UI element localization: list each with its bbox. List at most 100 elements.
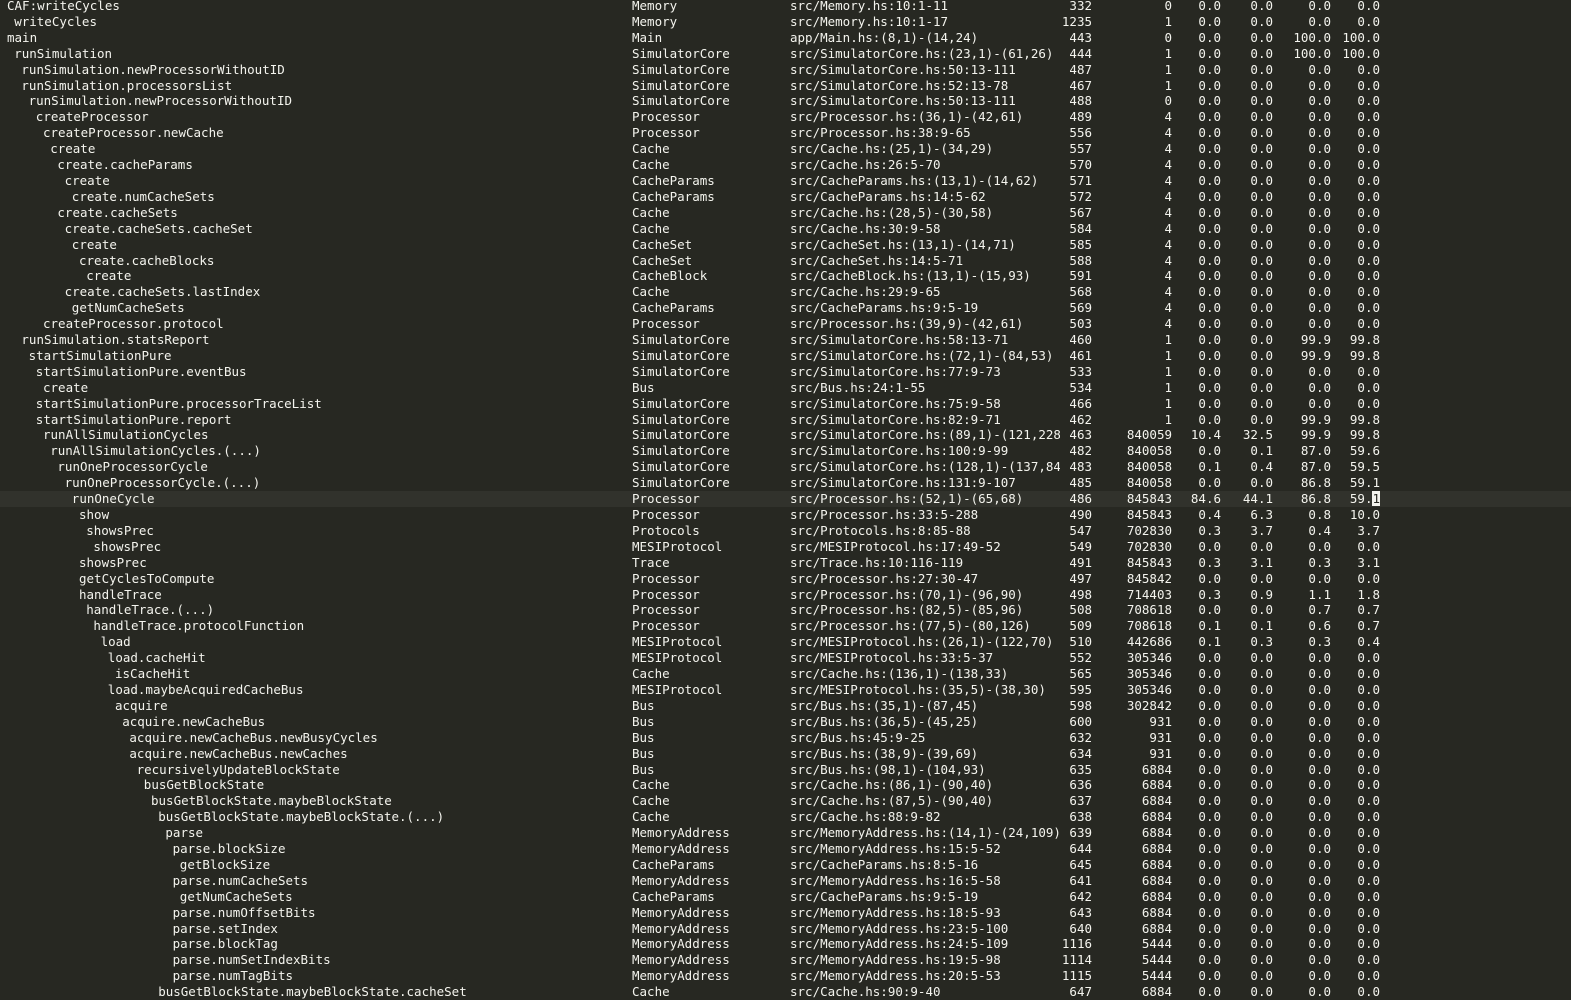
table-row[interactable]: showsPrec MESIProtocol src/MESIProtocol.hs… [0, 539, 1571, 555]
table-row[interactable]: load.maybeAcquiredCacheBus MESIProtocol sr… [0, 682, 1571, 698]
table-row[interactable]: create CacheBlock src/CacheBlock.hs:(13,1)… [0, 268, 1571, 284]
table-row[interactable]: runSimulation.statsReport SimulatorCore sr… [0, 332, 1571, 348]
table-row[interactable]: runSimulation SimulatorCore src/SimulatorC… [0, 46, 1571, 62]
table-row[interactable]: create CacheParams src/CacheParams.hs:(13,… [0, 173, 1571, 189]
module-name: Cache [632, 666, 670, 682]
table-row[interactable]: recursivelyUpdateBlockState Bus src/Bus.hs… [0, 762, 1571, 778]
table-row[interactable]: runSimulation.newProcessorWithoutID Simul… [0, 62, 1571, 78]
table-row[interactable]: create.cacheSets.cacheSet Cache src/Cache.… [0, 221, 1571, 237]
individual-alloc: 6.3 [1250, 507, 1273, 522]
table-row[interactable]: acquire Bus src/Bus.hs:(35,1)-(87,45) 598 30… [0, 698, 1571, 714]
table-row[interactable]: createProcessor.protocol Processor src/Pro… [0, 316, 1571, 332]
table-row[interactable]: create Bus src/Bus.hs:24:1-55 534 1 0.0 0.0 0.0… [0, 380, 1571, 396]
individual-time: 0.0 [1198, 411, 1221, 427]
table-row[interactable]: busGetBlockState.maybeBlockState.cacheSe… [0, 984, 1571, 1000]
table-row[interactable]: startSimulationPure.processorTraceList Si… [0, 396, 1571, 412]
table-row[interactable]: startSimulationPure SimulatorCore src/Simu… [0, 348, 1571, 364]
cost-centre-number: 641 [1069, 872, 1092, 888]
table-row[interactable]: handleTrace.protocolFunction Processor src… [0, 618, 1571, 634]
table-row[interactable]: create.cacheSets.lastIndex Cache src/Cache… [0, 284, 1571, 300]
table-row[interactable]: busGetBlockState.maybeBlockState Cache src… [0, 793, 1571, 809]
entries-count: 702830 [1126, 522, 1172, 538]
module-name: CacheParams [632, 888, 715, 904]
inherited-alloc: 0.0 [1357, 984, 1380, 1000]
individual-alloc: 0.1 [1250, 443, 1273, 459]
table-row[interactable]: create CacheSet src/CacheSet.hs:(13,1)-(14… [0, 237, 1571, 253]
table-row[interactable]: show Processor src/Processor.hs:33:5-288 49… [0, 507, 1571, 523]
table-row[interactable]: runOneProcessorCycle.(...) SimulatorCore s… [0, 475, 1571, 491]
table-row-selected[interactable]: runOneCycle Processor src/Processor.hs:(52… [0, 491, 1571, 507]
source-location: src/Protocols.hs:8:85-88 [790, 522, 971, 538]
table-row[interactable]: createProcessor.newCache Processor src/Pro… [0, 125, 1571, 141]
table-row[interactable]: parse.blockTag MemoryAddress src/MemoryAdd… [0, 936, 1571, 952]
table-row[interactable]: getNumCacheSets CacheParams src/CacheParam… [0, 300, 1571, 316]
table-row[interactable]: runOneProcessorCycle SimulatorCore src/Sim… [0, 459, 1571, 475]
individual-time: 0.0 [1198, 538, 1221, 554]
table-row[interactable]: startSimulationPure.eventBus SimulatorCor… [0, 364, 1571, 380]
table-row[interactable]: writeCycles Memory src/Memory.hs:10:1-17 12… [0, 14, 1571, 30]
table-row[interactable]: runSimulation.newProcessorWithoutID Simul… [0, 93, 1571, 109]
cost-centre-number: 332 [1069, 0, 1092, 13]
module-name: SimulatorCore [632, 77, 730, 93]
table-row[interactable]: showsPrec Protocols src/Protocols.hs:8:85-… [0, 523, 1571, 539]
table-row[interactable]: acquire.newCacheBus.newBusyCycles Bus src/… [0, 730, 1571, 746]
table-row[interactable]: getBlockSize CacheParams src/CacheParams.h… [0, 857, 1571, 873]
individual-time: 0.1 [1198, 618, 1221, 634]
table-row[interactable]: parse.setIndex MemoryAddress src/MemoryAdd… [0, 921, 1571, 937]
source-location: src/SimulatorCore.hs:50:13-111 [790, 93, 1016, 109]
individual-time: 0.0 [1198, 825, 1221, 841]
cost-centre-number: 483 [1069, 459, 1092, 475]
source-location: src/Cache.hs:(25,1)-(34,29) [790, 141, 994, 157]
module-name: Bus [632, 713, 655, 729]
inherited-time: 0.0 [1308, 61, 1331, 77]
table-row[interactable]: create Cache src/Cache.hs:(25,1)-(34,29) 55… [0, 141, 1571, 157]
table-row[interactable]: startSimulationPure.report SimulatorCore s… [0, 412, 1571, 428]
table-row[interactable]: create.cacheSets Cache src/Cache.hs:(28,5)… [0, 205, 1571, 221]
cost-centre-name: create.cacheParams [57, 157, 193, 173]
table-row[interactable]: CAF:writeCycles Memory src/Memory.hs:10:1-… [0, 0, 1571, 14]
individual-alloc: 0.0 [1250, 602, 1273, 618]
profile-viewer[interactable]: CAF:writeCycles Memory src/Memory.hs:10:1-… [0, 0, 1571, 1000]
table-row[interactable]: parse MemoryAddress src/MemoryAddress.hs:(… [0, 825, 1571, 841]
individual-time: 0.0 [1198, 936, 1221, 952]
table-row[interactable]: busGetBlockState.maybeBlockState.(...) Ca… [0, 809, 1571, 825]
inherited-time: 86.8 [1300, 491, 1331, 507]
table-row[interactable]: isCacheHit Cache src/Cache.hs:(136,1)-(138… [0, 666, 1571, 682]
inherited-time: 0.4 [1308, 522, 1331, 538]
source-location: src/MemoryAddress.hs:23:5-100 [790, 920, 1009, 936]
table-row[interactable]: create.numCacheSets CacheParams src/CacheP… [0, 189, 1571, 205]
cost-centre-number: 643 [1069, 904, 1092, 920]
table-row[interactable]: create.cacheParams Cache src/Cache.hs:26:5… [0, 157, 1571, 173]
table-row[interactable]: load MESIProtocol src/MESIProtocol.hs:(26,… [0, 634, 1571, 650]
table-row[interactable]: runAllSimulationCycles SimulatorCore src/S… [0, 427, 1571, 443]
table-row[interactable]: runAllSimulationCycles.(...) SimulatorCor… [0, 443, 1571, 459]
table-row[interactable]: parse.numOffsetBits MemoryAddress src/Memo… [0, 905, 1571, 921]
individual-time: 0.1 [1198, 634, 1221, 650]
table-row[interactable]: parse.numTagBits MemoryAddress src/MemoryA… [0, 968, 1571, 984]
table-row[interactable]: parse.blockSize MemoryAddress src/MemoryAd… [0, 841, 1571, 857]
table-row[interactable]: busGetBlockState Cache src/Cache.hs:(86,1)… [0, 777, 1571, 793]
table-row[interactable]: showsPrec Trace src/Trace.hs:10:116-119 491… [0, 555, 1571, 571]
table-row[interactable]: handleTrace Processor src/Processor.hs:(70… [0, 587, 1571, 603]
cost-centre-name: getCyclesToCompute [79, 570, 215, 586]
individual-time: 0.0 [1198, 888, 1221, 904]
table-row[interactable]: runSimulation.processorsList SimulatorCor… [0, 78, 1571, 94]
inherited-alloc: 0.0 [1357, 141, 1380, 157]
inherited-time: 0.0 [1308, 538, 1331, 554]
table-row[interactable]: getCyclesToCompute Processor src/Processor… [0, 571, 1571, 587]
table-row[interactable]: getNumCacheSets CacheParams src/CacheParam… [0, 889, 1571, 905]
table-row[interactable]: parse.numSetIndexBits MemoryAddress src/Me… [0, 952, 1571, 968]
table-row[interactable]: load.cacheHit MESIProtocol src/MESIProtoco… [0, 650, 1571, 666]
table-row[interactable]: createProcessor Processor src/Processor.hs… [0, 109, 1571, 125]
table-row[interactable]: main Main app/Main.hs:(8,1)-(14,24) 443 0 0.0… [0, 30, 1571, 46]
cost-centre-name: create [43, 379, 89, 395]
table-row[interactable]: handleTrace.(...) Processor src/Processor.… [0, 602, 1571, 618]
inherited-alloc: 0.0 [1357, 252, 1380, 268]
entries-count: 305346 [1126, 650, 1172, 666]
table-row[interactable]: parse.numCacheSets MemoryAddress src/Memor… [0, 873, 1571, 889]
table-row[interactable]: acquire.newCacheBus Bus src/Bus.hs:(36,5)-… [0, 714, 1571, 730]
table-row[interactable]: acquire.newCacheBus.newCaches Bus src/Bus.… [0, 746, 1571, 762]
table-row[interactable]: create.cacheBlocks CacheSet src/CacheSet.h… [0, 253, 1571, 269]
individual-time: 0.0 [1198, 172, 1221, 188]
inherited-alloc: 0.0 [1357, 220, 1380, 236]
